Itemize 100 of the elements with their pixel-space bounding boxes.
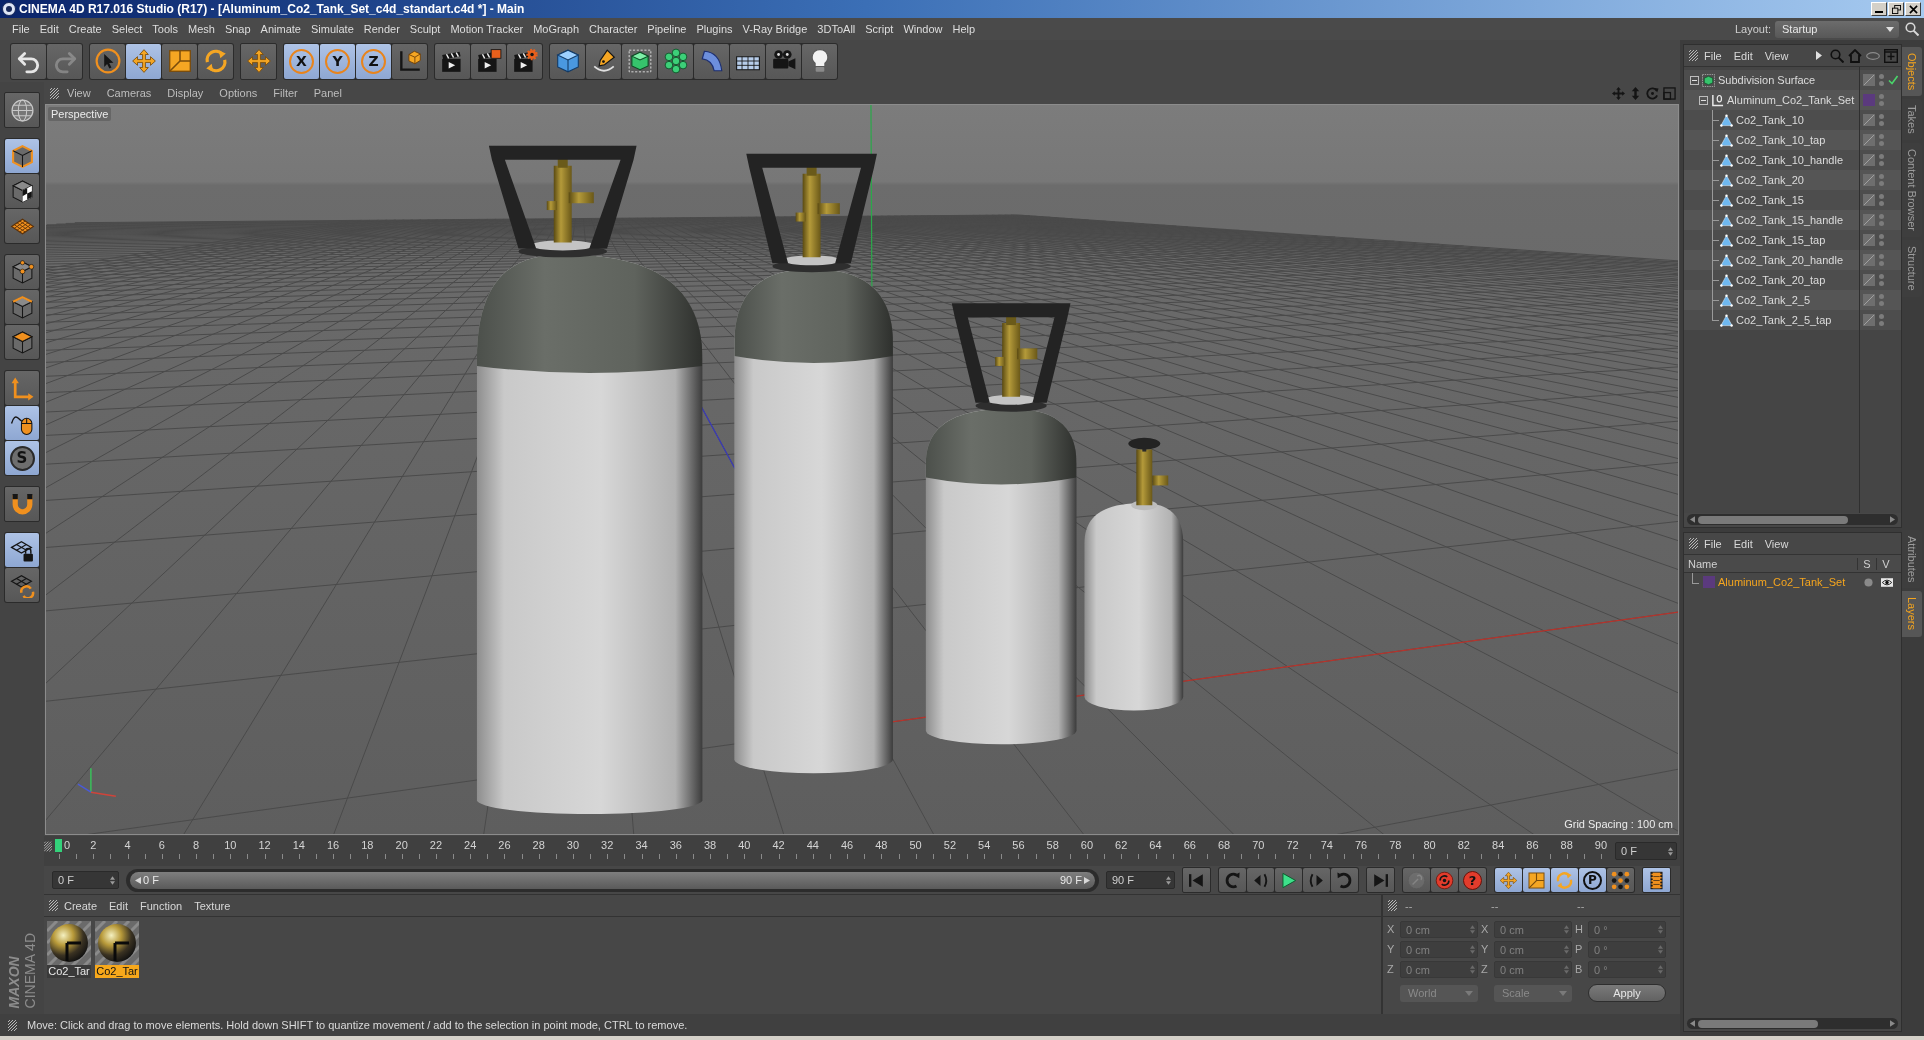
key-scale-button[interactable] [1523,868,1550,892]
grip-icon[interactable] [8,1019,17,1031]
edges-button[interactable] [5,290,39,324]
object-row[interactable]: Co2_Tank_15_tap [1684,230,1901,250]
texture-button[interactable] [5,174,39,208]
editor-visibility-dot-icon[interactable] [1879,194,1884,199]
editor-visibility-dot-icon[interactable] [1879,214,1884,219]
layer-slot-icon[interactable] [1863,214,1875,226]
menu-item[interactable]: Window [898,23,948,35]
grip-icon[interactable] [50,87,59,99]
apply-button[interactable]: Apply [1588,984,1666,1002]
live-select-button[interactable] [90,43,125,79]
menu-item[interactable]: Texture [188,899,237,912]
spinner-arrows-icon[interactable] [1658,925,1663,934]
layer-slot-icon[interactable] [1863,314,1875,326]
workplane-lock-button[interactable] [5,533,39,567]
grip-icon[interactable] [1689,50,1698,61]
spinner-arrows-icon[interactable] [1470,945,1475,954]
menu-item[interactable]: Tools [147,23,183,35]
rotate-button[interactable] [198,43,233,79]
menu-item[interactable]: V-Ray Bridge [737,23,813,35]
spinner-arrows-icon[interactable] [1564,945,1569,954]
layer-slot-icon[interactable] [1863,174,1875,186]
menu-item[interactable]: Pipeline [642,23,692,35]
solo-button[interactable]: S [5,441,39,475]
move-button[interactable] [240,42,277,80]
menu-item[interactable]: Sculpt [404,23,446,35]
layer-slot-icon[interactable] [1863,274,1875,286]
go-end-button[interactable] [1366,867,1395,893]
spinner-arrows-icon[interactable] [1668,846,1673,856]
go-start-button[interactable] [1182,867,1211,893]
scroll-left-icon[interactable] [1690,516,1695,523]
menu-item[interactable]: Panel [305,87,350,99]
menu-item[interactable]: View [1758,537,1795,550]
layer-color-icon[interactable] [1863,94,1875,106]
object-row[interactable]: Aluminum_Co2_Tank_Set [1684,90,1901,110]
undo-button[interactable] [11,43,46,79]
autokey-button[interactable] [1431,868,1458,892]
solo-dot-icon[interactable] [1864,577,1873,587]
object-row[interactable]: Co2_Tank_10_tap [1684,130,1901,150]
scroll-right-icon[interactable] [1890,1020,1895,1027]
horizontal-scrollbar[interactable] [1687,1018,1898,1029]
menu-item[interactable]: Help [947,23,981,35]
light-button[interactable] [802,43,837,79]
grip-icon[interactable] [1689,538,1698,549]
render-visibility-dot-icon[interactable] [1879,321,1884,326]
search-icon[interactable] [1905,22,1919,36]
keyframe-help-button[interactable]: ? [1459,868,1486,892]
pen-button[interactable] [586,43,621,79]
grip-icon[interactable] [1388,900,1397,911]
object-row[interactable]: Co2_Tank_2_5_tap [1684,310,1901,330]
render-visibility-dot-icon[interactable] [1879,161,1884,166]
object-row[interactable]: Co2_Tank_20_handle [1684,250,1901,270]
gas-cylinder[interactable] [925,303,1077,745]
layer-slot-icon[interactable] [1863,114,1875,126]
menu-item[interactable]: View [1758,49,1795,62]
editor-visibility-dot-icon[interactable] [1879,114,1884,119]
timeline-button[interactable] [1642,867,1671,893]
render-visibility-dot-icon[interactable] [1879,281,1884,286]
viewport-canvas[interactable]: Perspective Grid Spacing : 100 cm [45,104,1679,835]
end-frame-field[interactable]: 90 F [1106,871,1175,889]
scrollbar-thumb[interactable] [1698,1019,1818,1028]
object-row[interactable]: Co2_Tank_10 [1684,110,1901,130]
gas-cylinder[interactable] [734,153,893,774]
layout-dropdown[interactable]: Startup [1775,20,1899,38]
editor-visibility-dot-icon[interactable] [1879,294,1884,299]
menu-item[interactable]: Snap [219,23,256,35]
menu-item[interactable]: Simulate [305,23,359,35]
menu-item[interactable]: Cameras [98,87,160,99]
menu-item[interactable]: Filter [265,87,306,99]
object-row[interactable]: Co2_Tank_10_handle [1684,150,1901,170]
editor-visibility-dot-icon[interactable] [1879,274,1884,279]
collapse-icon[interactable] [1699,95,1708,105]
menu-item[interactable]: Edit [34,23,64,35]
triangle-right-icon[interactable] [1816,51,1822,60]
points-button[interactable] [5,255,39,289]
floor-button[interactable] [730,43,765,79]
render-picture-button[interactable] [471,43,506,79]
layer-slot-icon[interactable] [1863,194,1875,206]
menu-item[interactable]: Display [159,87,212,99]
horizontal-scrollbar[interactable] [1687,514,1898,525]
restore-button[interactable] [1888,2,1904,16]
render-visibility-dot-icon[interactable] [1879,121,1884,126]
editor-visibility-dot-icon[interactable] [1879,254,1884,259]
side-tab[interactable]: Objects [1902,47,1922,97]
tweak-button[interactable] [5,406,39,440]
menu-item[interactable]: Create [63,23,107,35]
render-view-button[interactable] [435,43,470,79]
layer-slot-icon[interactable] [1863,74,1875,86]
object-row[interactable]: Co2_Tank_15_handle [1684,210,1901,230]
layer-row[interactable]: Aluminum_Co2_Tank_Set [1684,573,1901,591]
menu-item[interactable]: File [7,23,35,35]
camera-label[interactable]: Perspective [48,107,112,121]
editor-visibility-dot-icon[interactable] [1879,74,1884,79]
column-header[interactable]: Name [1684,557,1857,570]
grip-icon[interactable] [44,841,52,852]
render-visibility-dot-icon[interactable] [1879,81,1884,86]
object-row[interactable]: Co2_Tank_15 [1684,190,1901,210]
layer-slot-icon[interactable] [1863,234,1875,246]
spinner-arrows-icon[interactable] [110,875,115,885]
